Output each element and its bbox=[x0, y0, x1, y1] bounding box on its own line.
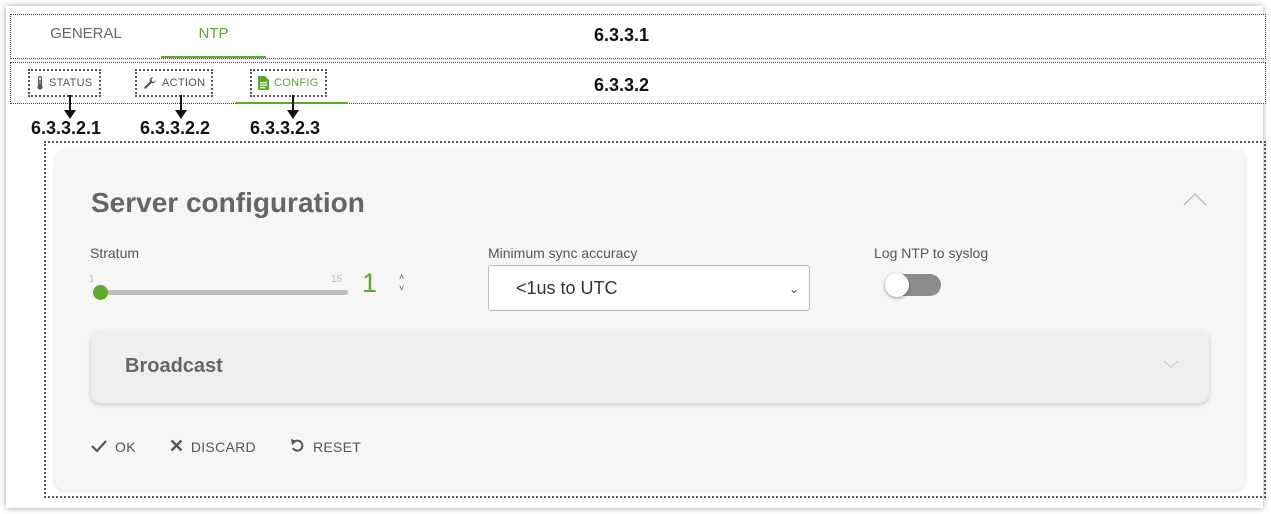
tab-config-label: CONFIG bbox=[274, 77, 319, 89]
arrow-config bbox=[287, 95, 299, 119]
arrow-action bbox=[175, 95, 187, 119]
stratum-spinner[interactable]: ˄ ˅ bbox=[399, 272, 404, 294]
tab-status-label: STATUS bbox=[49, 77, 93, 89]
card-title: Server configuration bbox=[91, 187, 365, 218]
server-configuration-card: Server configuration Stratum 1 15 1 ˄ ˅ … bbox=[55, 150, 1245, 490]
annotation-action: 6.3.3.2.2 bbox=[140, 118, 211, 138]
tab-action-label: ACTION bbox=[162, 77, 206, 89]
chevron-down-icon: ⌄ bbox=[788, 282, 799, 296]
spinner-down-icon[interactable]: ˅ bbox=[399, 283, 404, 294]
check-icon bbox=[91, 439, 107, 455]
reset-button[interactable]: RESET bbox=[290, 438, 361, 456]
stratum-max: 15 bbox=[331, 274, 343, 285]
sync-accuracy-value: <1us to UTC bbox=[516, 278, 618, 298]
annotation-tabs: 6.3.3.1 bbox=[594, 25, 650, 45]
action-bar: OK DISCARD RESET bbox=[91, 438, 361, 456]
annotation-status: 6.3.3.2.1 bbox=[31, 118, 102, 138]
reset-label: RESET bbox=[312, 439, 362, 455]
stratum-min: 1 bbox=[89, 274, 95, 285]
annotation-config: 6.3.3.2.3 bbox=[250, 118, 321, 138]
ok-button[interactable]: OK bbox=[91, 438, 136, 456]
chevron-up-icon[interactable] bbox=[1183, 192, 1207, 211]
broadcast-section[interactable]: Broadcast bbox=[91, 330, 1209, 403]
toggle-knob bbox=[885, 273, 909, 297]
ok-label: OK bbox=[115, 439, 136, 455]
close-icon bbox=[170, 439, 183, 455]
main-tab-bar: GENERAL NTP 6.3.3.1 bbox=[10, 14, 1266, 59]
tab-status[interactable]: STATUS bbox=[28, 69, 101, 97]
stratum-slider-track[interactable] bbox=[98, 290, 348, 295]
tab-general[interactable]: GENERAL bbox=[41, 15, 131, 58]
document-icon bbox=[258, 76, 269, 90]
discard-button[interactable]: DISCARD bbox=[170, 438, 256, 456]
annotation-subtabs: 6.3.3.2 bbox=[594, 75, 650, 95]
stratum-slider-handle[interactable] bbox=[93, 285, 108, 300]
tab-ntp[interactable]: NTP bbox=[161, 15, 266, 58]
broadcast-title: Broadcast bbox=[125, 355, 223, 377]
sync-accuracy-select[interactable]: <1us to UTC ⌄ bbox=[488, 265, 810, 311]
thermometer-icon bbox=[36, 76, 44, 90]
tab-config[interactable]: CONFIG bbox=[250, 69, 327, 97]
wrench-icon bbox=[143, 76, 157, 90]
stratum-label: Stratum bbox=[90, 245, 140, 261]
stratum-value[interactable]: 1 bbox=[362, 268, 377, 299]
sub-tab-bar: STATUS ACTION CONFIG 6.3.3.2 bbox=[10, 62, 1266, 104]
discard-label: DISCARD bbox=[190, 439, 256, 455]
spinner-up-icon[interactable]: ˄ bbox=[399, 272, 404, 283]
undo-icon bbox=[290, 438, 305, 456]
tab-action[interactable]: ACTION bbox=[135, 69, 214, 97]
sync-accuracy-label: Minimum sync accuracy bbox=[488, 245, 638, 261]
arrow-status bbox=[64, 95, 76, 119]
chevron-down-icon bbox=[1163, 356, 1179, 374]
log-ntp-toggle[interactable] bbox=[885, 273, 941, 297]
log-ntp-label: Log NTP to syslog bbox=[874, 245, 989, 261]
